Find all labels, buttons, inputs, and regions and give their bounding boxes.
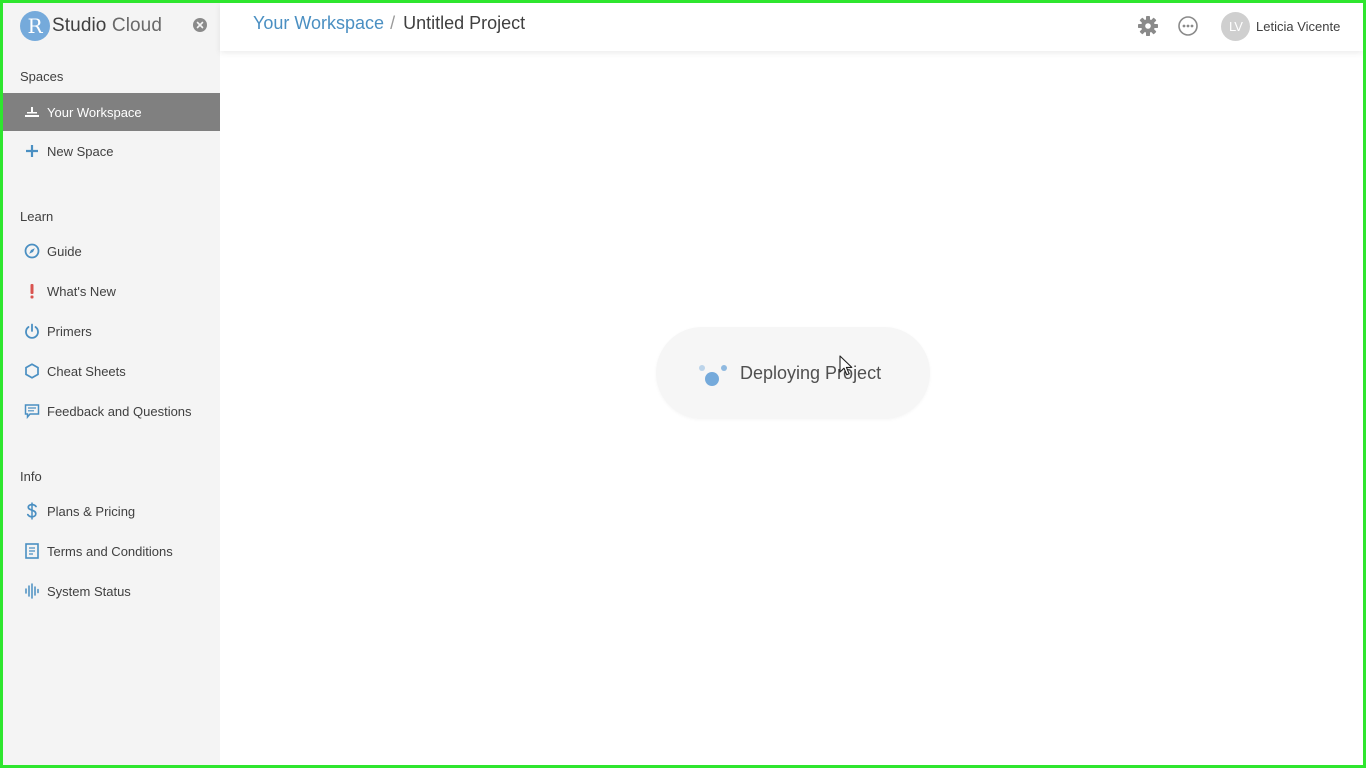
main-content: Deploying Project (220, 51, 1363, 765)
sidebar-item-whats-new[interactable]: What's New (3, 272, 220, 310)
section-title-learn: Learn (20, 209, 54, 224)
section-title-info: Info (20, 469, 42, 484)
sidebar-item-system-status[interactable]: System Status (3, 572, 220, 610)
breadcrumb-workspace-link[interactable]: Your Workspace (253, 13, 384, 34)
brand-name-bold: Studio (52, 15, 107, 36)
section-title-spaces: Spaces (20, 69, 64, 84)
sidebar-item-plans-pricing[interactable]: Plans & Pricing (3, 492, 220, 530)
sidebar: R Studio Cloud Spaces Your Workspace New… (3, 3, 220, 765)
compass-icon (23, 242, 41, 260)
top-header: Your Workspace / Untitled Project LV Let… (220, 3, 1363, 51)
deploying-status-text: Deploying Project (740, 362, 882, 383)
document-icon (23, 542, 41, 560)
more-options-button[interactable] (1177, 15, 1199, 37)
sidebar-item-label: Cheat Sheets (47, 363, 126, 379)
sidebar-item-label: Guide (47, 243, 82, 259)
user-menu[interactable]: LV Leticia Vicente (1221, 11, 1340, 41)
breadcrumb-separator: / (390, 13, 396, 33)
sidebar-item-label: Terms and Conditions (47, 543, 173, 559)
sidebar-item-label: System Status (47, 583, 131, 599)
close-icon (196, 21, 204, 29)
mouse-pointer-icon (839, 355, 853, 376)
sidebar-item-cheat-sheets[interactable]: Cheat Sheets (3, 352, 220, 390)
rstudio-logo-icon: R (20, 11, 50, 41)
avatar: LV (1221, 11, 1250, 41)
close-sidebar-button[interactable] (193, 18, 207, 32)
gear-icon (1138, 16, 1158, 36)
breadcrumb-project-title[interactable]: Untitled Project (403, 13, 525, 34)
brand-logo-link[interactable]: R Studio Cloud (20, 11, 162, 41)
sidebar-item-your-workspace[interactable]: Your Workspace (3, 93, 220, 131)
sidebar-item-label: New Space (47, 143, 114, 159)
sidebar-item-label: Primers (47, 323, 92, 339)
more-horizontal-icon (1178, 16, 1198, 36)
sidebar-item-label: Feedback and Questions (47, 403, 192, 419)
sidebar-item-label: Your Workspace (47, 104, 142, 120)
sidebar-item-terms[interactable]: Terms and Conditions (3, 532, 220, 570)
hexagon-icon (23, 362, 41, 380)
plus-icon (23, 142, 41, 160)
settings-button[interactable] (1137, 15, 1159, 37)
loading-spinner-icon (698, 359, 730, 387)
brand-name-light: Cloud (111, 15, 163, 36)
deploying-status-pill: Deploying Project (656, 327, 930, 419)
sidebar-item-feedback[interactable]: Feedback and Questions (3, 392, 220, 430)
dollar-icon (23, 502, 41, 520)
exclamation-icon (23, 282, 41, 300)
signal-bars-icon (23, 582, 41, 600)
sidebar-item-primers[interactable]: Primers (3, 312, 220, 350)
sidebar-item-guide[interactable]: Guide (3, 232, 220, 270)
brand-name: Studio Cloud (52, 15, 162, 37)
workspace-icon (23, 103, 41, 121)
sidebar-item-label: Plans & Pricing (47, 503, 136, 519)
breadcrumb: Your Workspace / Untitled Project (253, 13, 525, 34)
user-name: Leticia Vicente (1256, 18, 1341, 34)
sidebar-item-new-space[interactable]: New Space (3, 132, 220, 170)
sidebar-item-label: What's New (47, 283, 116, 299)
power-icon (23, 322, 41, 340)
comment-icon (23, 402, 41, 420)
